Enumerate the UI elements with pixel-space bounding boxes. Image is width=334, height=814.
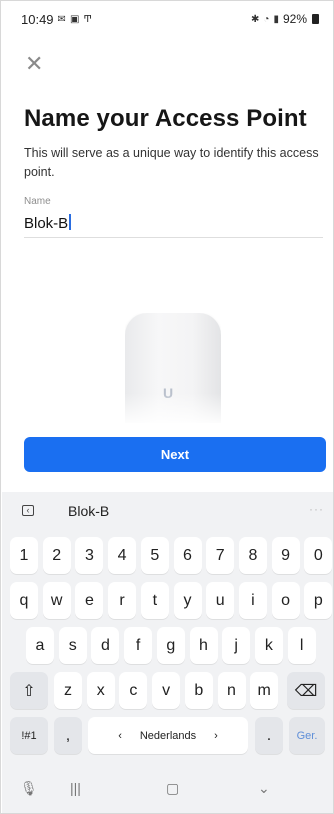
key-t[interactable]: t	[140, 582, 169, 619]
home-icon[interactable]: ▢	[166, 780, 179, 797]
key-b[interactable]: b	[184, 672, 213, 709]
suggestion-word[interactable]: Blok-B	[68, 503, 109, 519]
screen: 10:49 ✉ ▣ Ͳ ✱ ◔ ▮ 92% ✕ Name your Access…	[0, 0, 334, 814]
key-a[interactable]: a	[26, 627, 54, 664]
comma-key[interactable]: ,	[54, 717, 82, 754]
back-chevron-icon[interactable]: ⌄	[258, 780, 270, 797]
key-x[interactable]: x	[86, 672, 115, 709]
key-u[interactable]: u	[206, 582, 235, 619]
key-i[interactable]: i	[238, 582, 267, 619]
recent-apps-icon[interactable]: |||	[70, 780, 81, 796]
status-left: 10:49 ✉ ▣ Ͳ	[21, 12, 92, 27]
key-5[interactable]: 5	[140, 537, 169, 574]
language-right-icon: ›	[214, 729, 218, 742]
wifi-icon: ◔	[263, 13, 270, 25]
bluetooth-icon: ✱	[251, 13, 260, 25]
keyboard: ‹ Blok-B ··· 1234567890 qwertyuiop asdfghj…	[2, 492, 333, 813]
name-input-underline	[24, 237, 323, 238]
next-button[interactable]: Next	[24, 437, 326, 472]
key-4[interactable]: 4	[108, 537, 137, 574]
key-9[interactable]: 9	[271, 537, 300, 574]
keyboard-collapse-icon[interactable]: ‹	[22, 505, 34, 516]
key-j[interactable]: j	[222, 627, 251, 664]
key-s[interactable]: s	[58, 627, 87, 664]
key-w[interactable]: w	[42, 582, 71, 619]
backspace-key[interactable]: ⌫	[287, 672, 325, 709]
message-icon: ✉	[57, 13, 66, 25]
language-label: Nederlands	[139, 729, 197, 742]
key-z[interactable]: z	[54, 672, 82, 709]
key-y[interactable]: y	[173, 582, 202, 619]
key-7[interactable]: 7	[206, 537, 235, 574]
name-field-label: Name	[24, 196, 51, 207]
key-c[interactable]: c	[119, 672, 148, 709]
navigation-bar: 🎙 ||| ▢ ⌄	[2, 768, 333, 813]
key-p[interactable]: p	[304, 582, 333, 619]
key-f[interactable]: f	[124, 627, 153, 664]
space-key[interactable]: ‹ Nederlands ›	[88, 717, 248, 754]
key-2[interactable]: 2	[42, 537, 71, 574]
close-icon[interactable]: ✕	[25, 53, 43, 75]
key-h[interactable]: h	[189, 627, 218, 664]
key-d[interactable]: d	[91, 627, 120, 664]
suggestion-bar: ‹ Blok-B ···	[2, 492, 333, 530]
battery-icon	[312, 14, 319, 24]
antenna-icon: Ͳ	[83, 13, 93, 25]
key-g[interactable]: g	[156, 627, 185, 664]
key-m[interactable]: m	[250, 672, 279, 709]
key-6[interactable]: 6	[173, 537, 202, 574]
key-n[interactable]: n	[217, 672, 246, 709]
gallery-icon: ▣	[69, 13, 80, 25]
page-title: Name your Access Point	[24, 105, 307, 132]
key-r[interactable]: r	[108, 582, 137, 619]
key-8[interactable]: 8	[238, 537, 267, 574]
image-fade	[125, 393, 221, 423]
key-1[interactable]: 1	[10, 537, 38, 574]
text-caret	[69, 214, 72, 230]
key-k[interactable]: k	[254, 627, 283, 664]
signal-icon: ▮	[273, 13, 279, 25]
battery-percentage: 92%	[282, 12, 307, 26]
shift-key[interactable]: ⇧	[10, 672, 48, 709]
page-description: This will serve as a unique way to ident…	[24, 146, 319, 179]
key-e[interactable]: e	[75, 582, 104, 619]
name-input[interactable]: Blok-B	[24, 214, 72, 232]
enter-key[interactable]: Ger.	[289, 717, 325, 754]
key-l[interactable]: l	[287, 627, 316, 664]
access-point-image: U	[125, 313, 221, 423]
key-3[interactable]: 3	[75, 537, 104, 574]
microphone-icon[interactable]: 🎙	[20, 780, 38, 797]
key-o[interactable]: o	[271, 582, 300, 619]
name-input-value: Blok-B	[24, 215, 69, 232]
more-options-icon[interactable]: ···	[309, 502, 324, 516]
key-0[interactable]: 0	[304, 537, 333, 574]
key-v[interactable]: v	[152, 672, 181, 709]
key-q[interactable]: q	[10, 582, 38, 619]
language-left-icon: ‹	[118, 729, 122, 742]
status-time: 10:49	[21, 11, 54, 27]
symbols-key[interactable]: !#1	[10, 717, 48, 754]
status-bar: 10:49 ✉ ▣ Ͳ ✱ ◔ ▮ 92%	[1, 1, 333, 37]
status-right: ✱ ◔ ▮ 92%	[251, 12, 319, 26]
period-key[interactable]: .	[255, 717, 283, 754]
